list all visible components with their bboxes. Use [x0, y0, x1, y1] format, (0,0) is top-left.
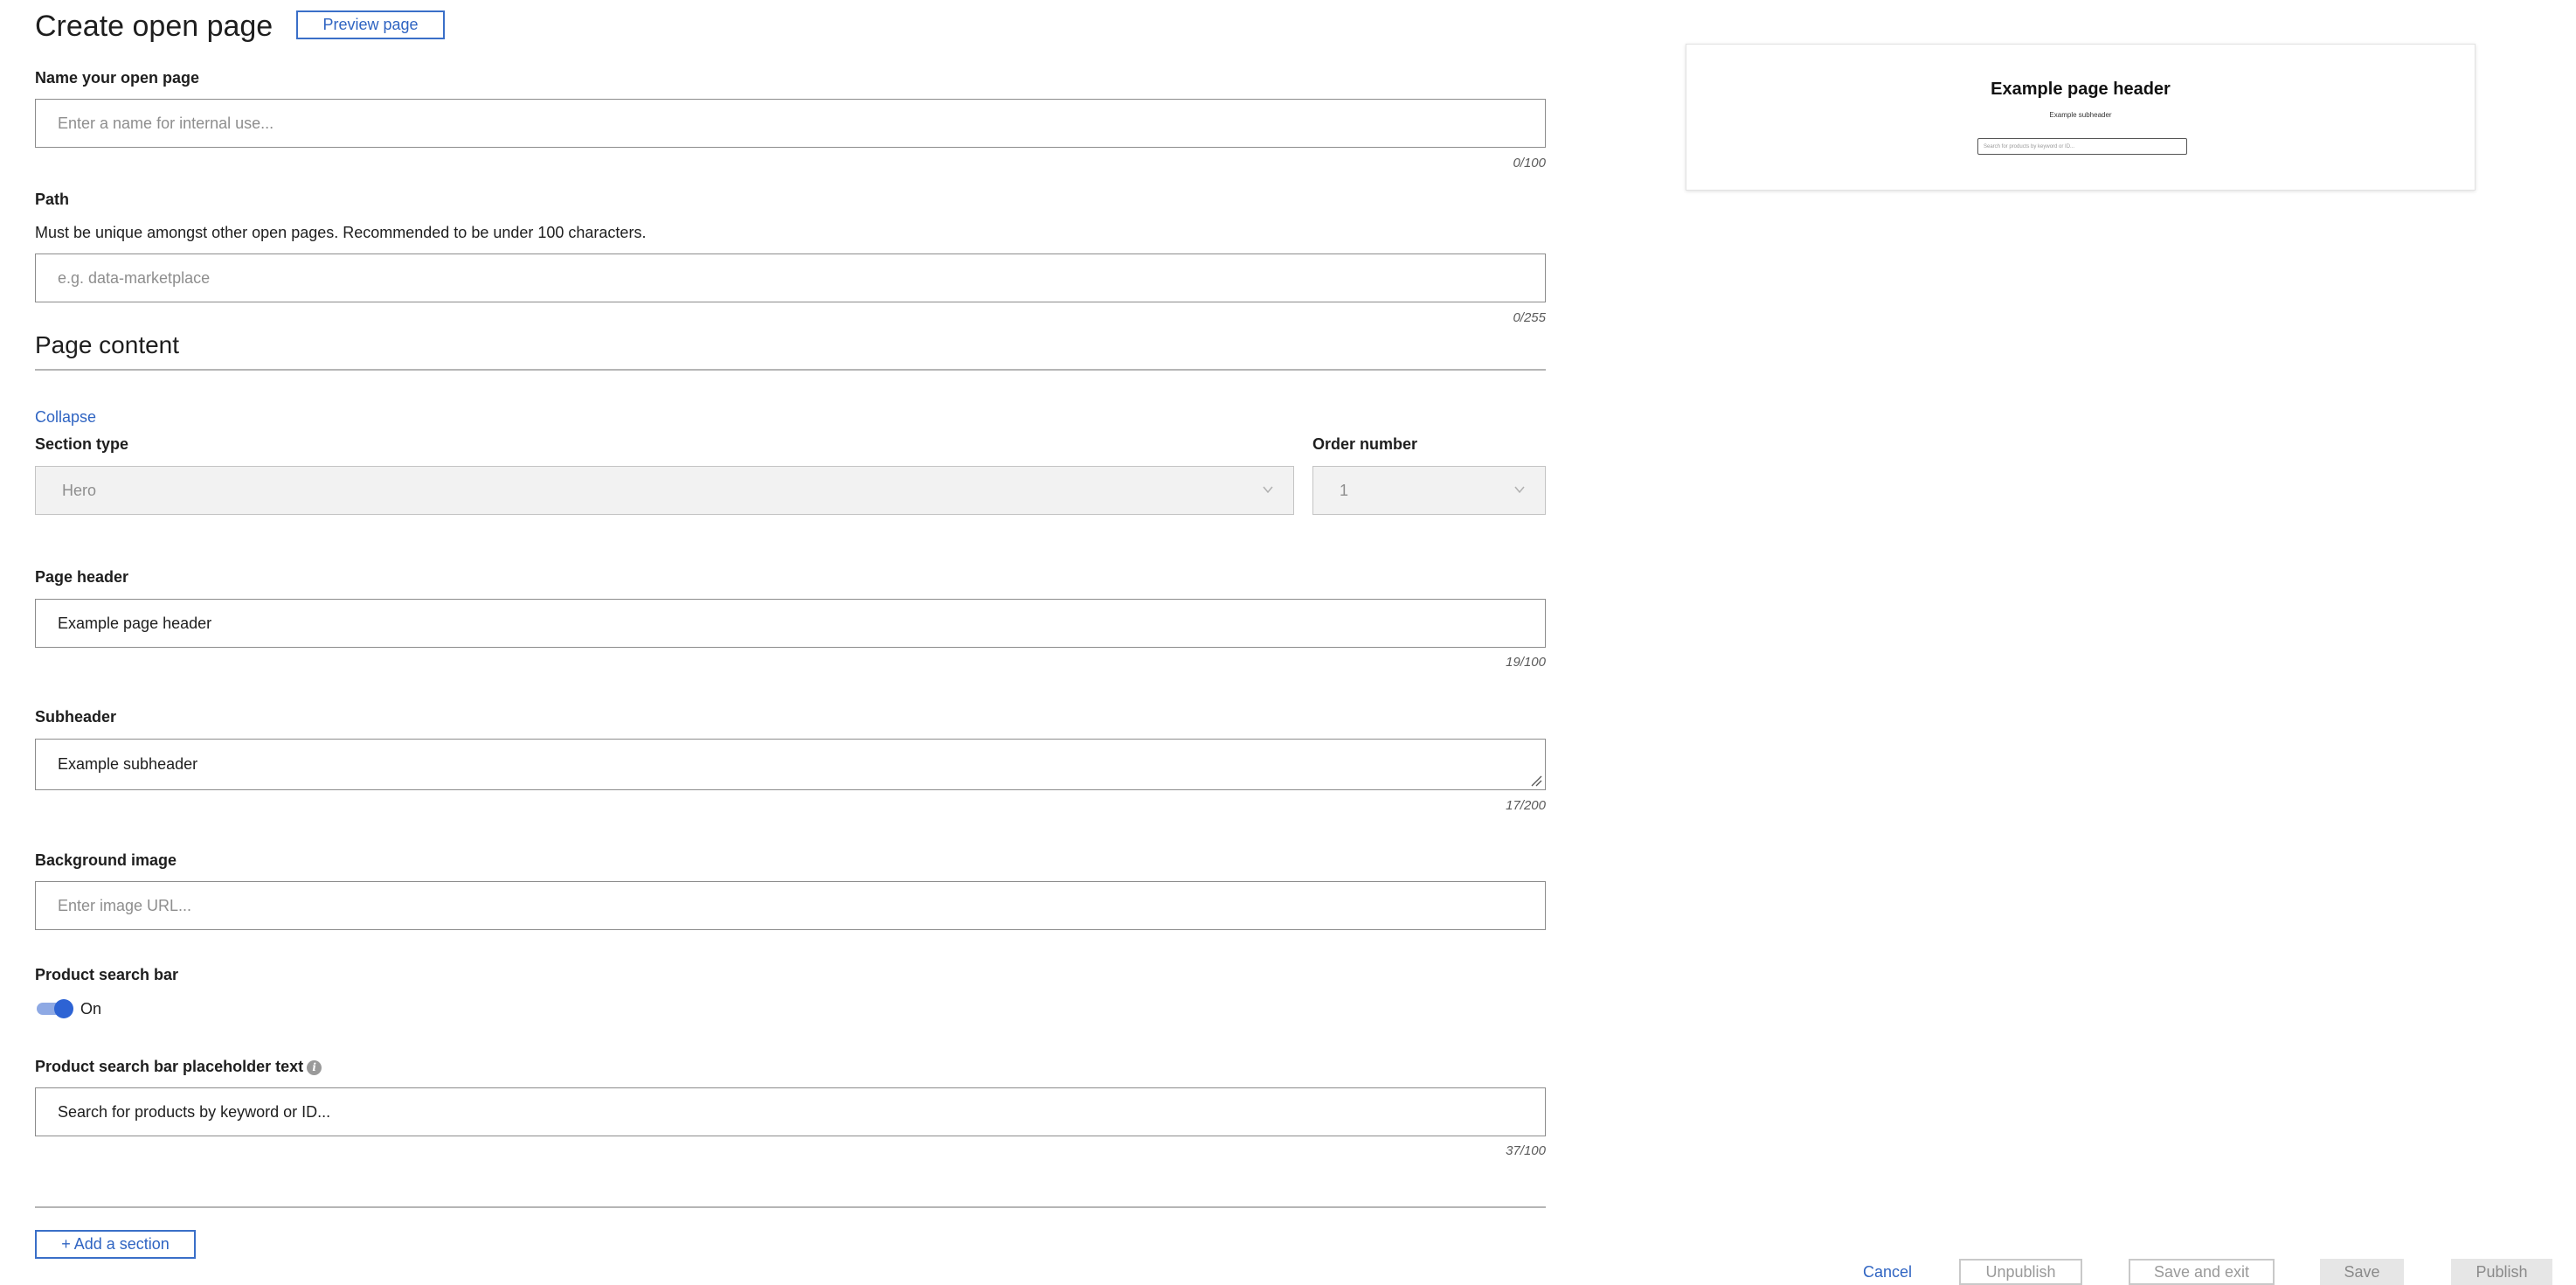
section-type-value: Hero — [62, 481, 97, 499]
cancel-button[interactable]: Cancel — [1852, 1259, 1922, 1285]
page-header-label: Page header — [35, 568, 129, 586]
save-and-exit-button[interactable]: Save and exit — [2129, 1259, 2275, 1285]
order-number-value: 1 — [1340, 481, 1349, 499]
subheader-value: Example subheader — [58, 755, 198, 773]
path-field-label: Path — [35, 191, 70, 208]
path-helper-text: Must be unique amongst other open pages.… — [35, 224, 647, 241]
section-type-select[interactable]: Hero — [35, 466, 1294, 515]
search-placeholder-char-counter: 37/100 — [1506, 1143, 1546, 1158]
page-preview-panel: Example page header Example subheader Se… — [1686, 44, 2476, 191]
search-placeholder-input[interactable]: Search for products by keyword or ID... — [35, 1087, 1546, 1136]
path-char-counter: 0/255 — [1513, 310, 1546, 325]
path-input[interactable]: e.g. data-marketplace — [35, 254, 1546, 302]
subheader-char-counter: 17/200 — [1506, 798, 1546, 813]
background-image-label: Background image — [35, 851, 177, 869]
page-header-input[interactable]: Example page header — [35, 599, 1546, 648]
preview-header: Example page header — [1991, 80, 2171, 99]
order-number-select[interactable]: 1 — [1312, 466, 1546, 515]
page-header-char-counter: 19/100 — [1506, 655, 1546, 670]
name-char-counter: 0/100 — [1513, 156, 1546, 170]
publish-button[interactable]: Publish — [2451, 1259, 2552, 1285]
subheader-textarea[interactable]: Example subheader — [35, 739, 1546, 790]
section-divider — [35, 369, 1546, 371]
preview-page-button[interactable]: Preview page — [296, 10, 445, 39]
page-content-title: Page content — [35, 331, 180, 358]
order-number-label: Order number — [1312, 435, 1418, 453]
name-field-label: Name your open page — [35, 69, 200, 87]
section-type-label: Section type — [35, 435, 129, 453]
info-icon[interactable]: i — [307, 1060, 322, 1075]
subheader-label: Subheader — [35, 708, 117, 726]
preview-search-bar: Search for products by keyword or ID... — [1977, 138, 2187, 155]
preview-subheader: Example subheader — [2049, 111, 2112, 119]
unpublish-button[interactable]: Unpublish — [1959, 1259, 2082, 1285]
product-search-bar-toggle[interactable] — [37, 999, 73, 1018]
toggle-state-label: On — [80, 1000, 102, 1018]
search-placeholder-label-text: Product search bar placeholder text — [35, 1058, 304, 1075]
resize-handle-icon[interactable] — [1530, 774, 1542, 787]
toggle-knob — [54, 999, 73, 1018]
chevron-down-icon — [1514, 486, 1525, 494]
chevron-down-icon — [1263, 486, 1273, 494]
name-input[interactable]: Enter a name for internal use... — [35, 99, 1546, 148]
bottom-divider — [35, 1206, 1546, 1208]
page-title: Create open page — [35, 10, 274, 43]
add-section-button[interactable]: + Add a section — [35, 1230, 196, 1259]
search-placeholder-label: Product search bar placeholder text i — [35, 1056, 322, 1077]
background-image-input[interactable]: Enter image URL... — [35, 881, 1546, 930]
product-search-bar-label: Product search bar — [35, 966, 179, 983]
collapse-link[interactable]: Collapse — [35, 406, 96, 427]
save-button[interactable]: Save — [2320, 1259, 2404, 1285]
